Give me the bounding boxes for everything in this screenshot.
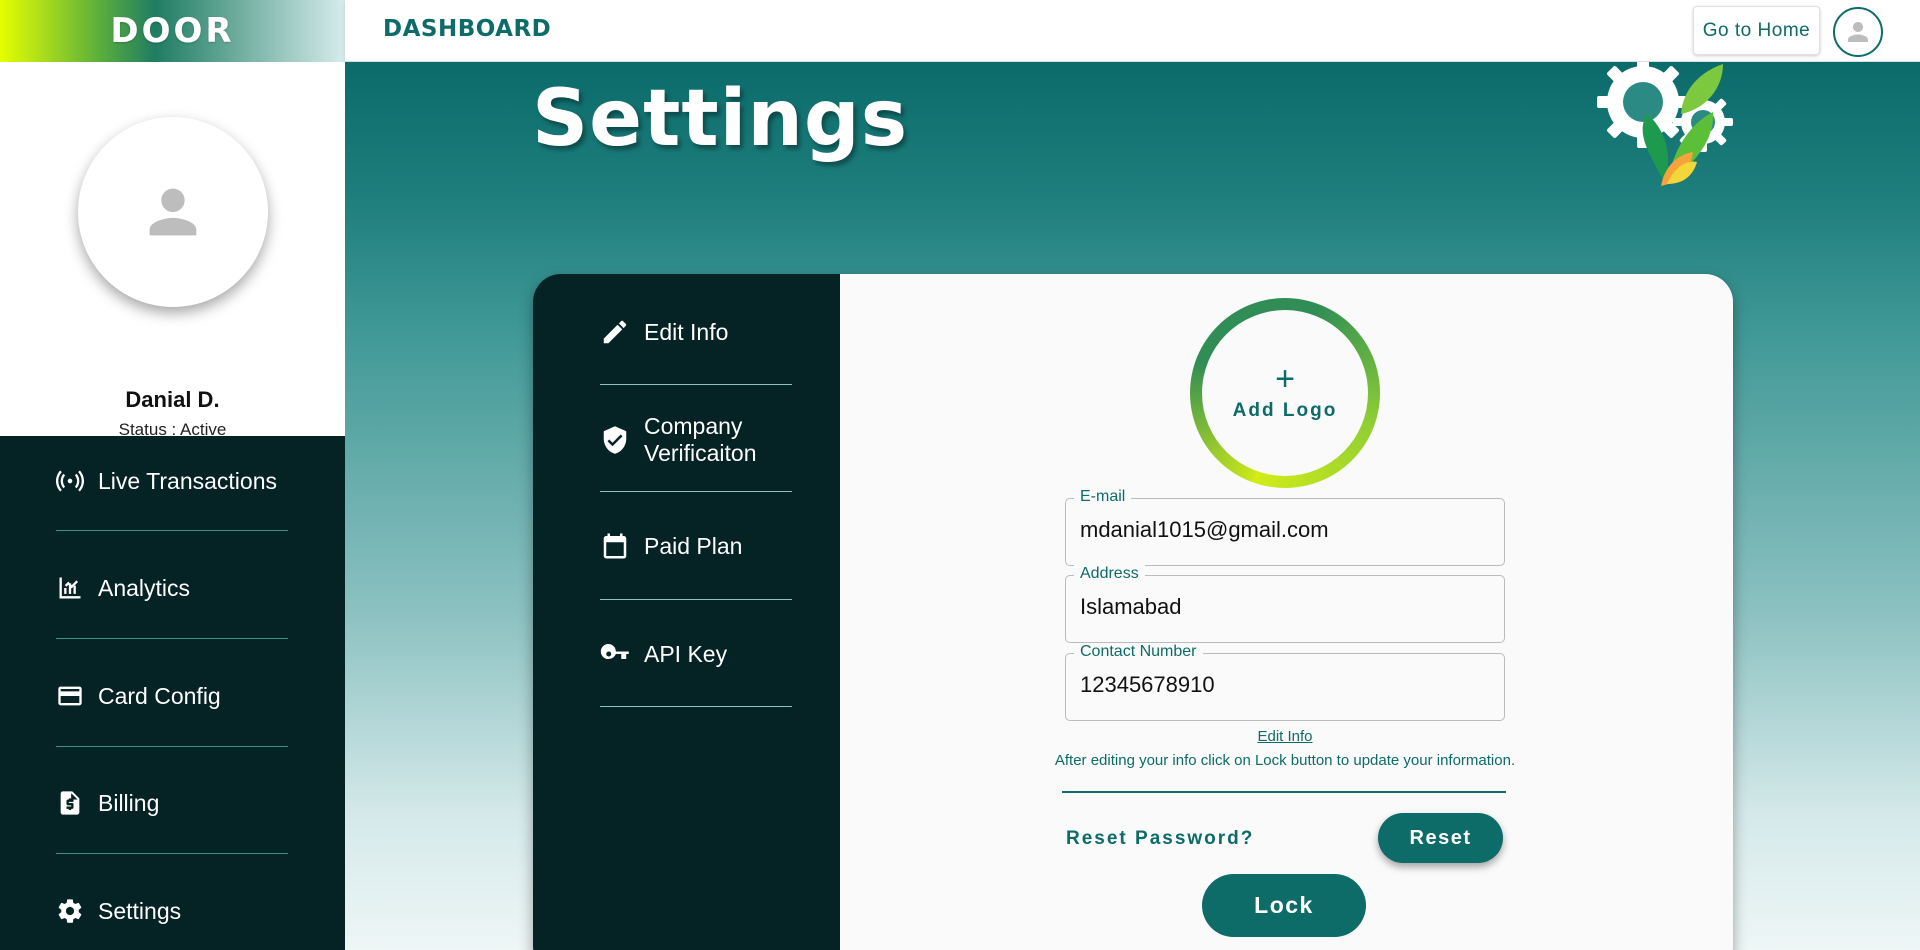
contact-number-input[interactable] — [1080, 672, 1490, 698]
gear-icon — [58, 899, 82, 923]
billing-document-icon — [60, 791, 80, 815]
add-logo-inner: + Add Logo — [1202, 310, 1368, 476]
sidebar-item-label: Card Config — [98, 682, 221, 709]
settings-tab-label: API Key — [644, 640, 728, 667]
settings-tab-api-key[interactable]: API Key — [600, 634, 790, 674]
sidebar-item-label: Analytics — [98, 574, 191, 601]
main-content: Settings Edit Info Company Verificaiton … — [345, 62, 1920, 950]
add-logo-label: Add Logo — [1232, 400, 1338, 421]
shield-check-icon — [603, 426, 627, 454]
nav-divider — [56, 853, 288, 854]
profile-panel: Danial D. Status : Active — [0, 62, 345, 439]
nav-divider — [56, 746, 288, 747]
dashboard-title: DASHBOARD — [383, 16, 552, 42]
settings-tab-edit-info[interactable]: Edit Info — [600, 312, 790, 352]
address-field: Address — [1065, 565, 1505, 643]
sidebar-item-analytics[interactable]: Analytics — [56, 543, 288, 633]
lock-button[interactable]: Lock — [1202, 874, 1366, 937]
settings-tab-label: Edit Info — [644, 318, 729, 345]
form-divider — [1062, 791, 1506, 793]
settings-tab-label: Paid Plan — [644, 532, 743, 559]
brand-name: DOOR — [110, 11, 235, 51]
sidebar-item-card-config[interactable]: Card Config — [56, 651, 288, 741]
settings-tab-company-verification[interactable]: Company Verificaiton — [600, 412, 790, 468]
user-icon — [149, 188, 197, 236]
nav-divider — [56, 530, 288, 531]
email-label: E-mail — [1074, 488, 1132, 506]
user-icon — [1848, 22, 1868, 42]
pencil-icon — [603, 320, 627, 344]
sidebar-item-live-transactions[interactable]: Live Transactions — [56, 436, 288, 526]
settings-form-panel: + Add Logo E-mail Address Contact Number… — [840, 274, 1733, 950]
settings-card: Edit Info Company Verificaiton Paid Plan… — [533, 274, 1733, 950]
add-logo-button[interactable]: + Add Logo — [1190, 298, 1380, 488]
contact-number-label: Contact Number — [1074, 643, 1203, 661]
reset-button[interactable]: Reset — [1378, 813, 1503, 863]
settings-nav: Edit Info Company Verificaiton Paid Plan… — [533, 274, 840, 950]
settings-nav-divider — [600, 706, 792, 707]
key-icon — [600, 644, 629, 660]
top-bar: DASHBOARD Go to Home — [345, 0, 1920, 62]
settings-tab-label: Company Verificaiton — [644, 413, 757, 466]
broadcast-icon — [56, 470, 84, 492]
profile-name: Danial D. — [125, 387, 220, 412]
sidebar-nav: Live Transactions Analytics Card Config … — [0, 436, 345, 950]
sidebar-item-label: Settings — [98, 897, 182, 924]
sidebar-item-billing[interactable]: Billing — [56, 758, 288, 848]
edit-info-note: After editing your info click on Lock bu… — [1054, 752, 1516, 769]
page-title: Settings — [532, 74, 909, 164]
account-avatar-button[interactable] — [1833, 7, 1883, 57]
address-input[interactable] — [1080, 594, 1490, 620]
settings-nav-divider — [600, 491, 792, 492]
analytics-icon — [59, 577, 81, 599]
settings-tab-paid-plan[interactable]: Paid Plan — [600, 526, 790, 566]
address-label: Address — [1074, 565, 1145, 583]
sidebar-item-label: Live Transactions — [98, 467, 277, 494]
settings-nav-divider — [600, 384, 792, 385]
go-to-home-button[interactable]: Go to Home — [1693, 6, 1820, 55]
reset-password-label[interactable]: Reset Password? — [1066, 828, 1254, 850]
calendar-icon — [603, 533, 627, 559]
edit-info-link[interactable]: Edit Info — [840, 728, 1730, 745]
sidebar: DOOR Danial D. Status : Active Live Tran… — [0, 0, 345, 950]
credit-card-icon — [58, 686, 82, 706]
sidebar-item-label: Billing — [98, 789, 160, 816]
brand-logo[interactable]: DOOR — [0, 0, 345, 62]
settings-nav-divider — [600, 599, 792, 600]
email-input[interactable] — [1080, 517, 1490, 543]
avatar — [78, 117, 268, 307]
plus-icon: + — [1275, 360, 1295, 398]
sidebar-item-settings[interactable]: Settings — [56, 866, 288, 950]
email-field: E-mail — [1065, 488, 1505, 566]
gears-plant-illustration — [1597, 62, 1733, 186]
nav-divider — [56, 638, 288, 639]
contact-number-field: Contact Number — [1065, 643, 1505, 721]
